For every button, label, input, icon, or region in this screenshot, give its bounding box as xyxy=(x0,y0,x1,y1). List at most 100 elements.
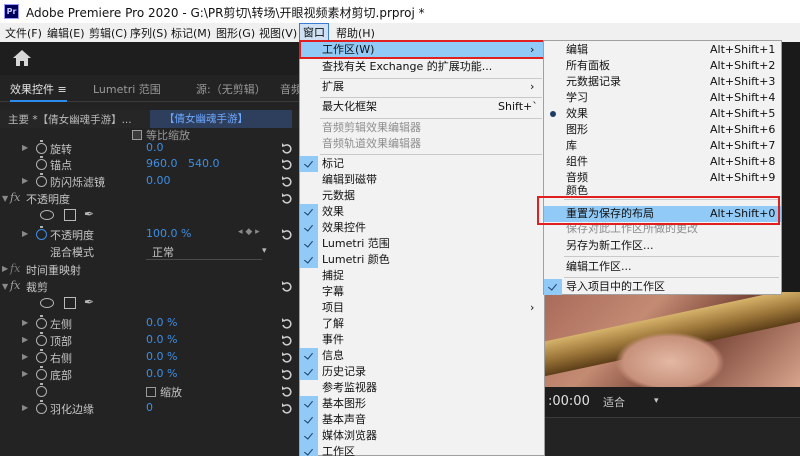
opacity-effect-header[interactable]: ▼ fx 不透明度 xyxy=(0,191,300,207)
menu-item-essential-graphics[interactable]: 基本图形 xyxy=(300,396,544,412)
menu-markers[interactable]: 标记(M) xyxy=(171,25,211,41)
stopwatch-icon[interactable] xyxy=(36,383,47,397)
stopwatch-icon[interactable] xyxy=(36,366,47,380)
fx-icon[interactable]: fx xyxy=(10,191,20,204)
blend-mode-select[interactable]: 正常 xyxy=(146,244,262,260)
reset-icon[interactable] xyxy=(281,351,293,363)
reset-icon[interactable] xyxy=(281,280,293,292)
menu-clip[interactable]: 剪辑(C) xyxy=(89,25,127,41)
ellipse-mask-icon[interactable] xyxy=(40,298,54,308)
panel-menu-icon[interactable]: ≡ xyxy=(58,83,67,96)
keyframe-nav-icon[interactable]: ◂ ◆ ▸ xyxy=(238,227,260,237)
rectangle-mask-icon[interactable] xyxy=(64,297,76,309)
playhead-timecode[interactable]: :00:00 xyxy=(548,394,590,409)
menu-item-extensions[interactable]: 扩展 › xyxy=(300,79,544,95)
expand-triangle-icon[interactable]: ▶ xyxy=(22,369,28,378)
menu-item-exchange[interactable]: 查找有关 Exchange 的扩展功能... xyxy=(300,59,544,75)
crop-left-value[interactable]: 0.0 % xyxy=(146,316,177,329)
reset-icon[interactable] xyxy=(281,175,293,187)
uniform-scale-checkbox[interactable] xyxy=(132,130,142,140)
menu-item-events[interactable]: 事件 xyxy=(300,332,544,348)
reset-icon[interactable] xyxy=(281,334,293,346)
fx-icon[interactable]: fx xyxy=(10,262,20,275)
ellipse-mask-icon[interactable] xyxy=(40,210,54,220)
stopwatch-icon[interactable] xyxy=(36,140,47,154)
workspace-item-import-from-project[interactable]: 导入项目中的工作区 xyxy=(544,279,781,295)
menu-sequence[interactable]: 序列(S) xyxy=(130,25,168,41)
workspace-item-edit-workspaces[interactable]: 编辑工作区... xyxy=(544,259,781,275)
reset-icon[interactable] xyxy=(281,368,293,380)
anchor-y-value[interactable]: 540.0 xyxy=(188,157,220,170)
workspace-item-assembly[interactable]: 组件 Alt+Shift+8 xyxy=(544,154,781,170)
sequence-clip-label[interactable]: 【倩女幽魂手游】 xyxy=(150,110,292,128)
menu-item-edit-to-tape[interactable]: 编辑到磁带 xyxy=(300,172,544,188)
fx-icon[interactable]: fx xyxy=(10,279,20,292)
collapse-triangle-icon[interactable]: ▼ xyxy=(2,282,8,291)
menu-item-capture[interactable]: 捕捉 xyxy=(300,268,544,284)
stopwatch-icon[interactable] xyxy=(36,315,47,329)
expand-triangle-icon[interactable]: ▶ xyxy=(22,143,28,152)
crop-right-value[interactable]: 0.0 % xyxy=(146,350,177,363)
chevron-down-icon[interactable]: ▾ xyxy=(262,246,267,256)
reset-icon[interactable] xyxy=(281,158,293,170)
stopwatch-icon[interactable] xyxy=(36,226,47,240)
menu-item-effects[interactable]: 效果 xyxy=(300,204,544,220)
crop-top-value[interactable]: 0.0 % xyxy=(146,333,177,346)
feather-value[interactable]: 0 xyxy=(146,401,153,414)
menu-item-info[interactable]: 信息 xyxy=(300,348,544,364)
home-icon[interactable] xyxy=(12,49,32,67)
reset-icon[interactable] xyxy=(281,228,293,240)
workspace-item-all-panels[interactable]: 所有面板 Alt+Shift+2 xyxy=(544,58,781,74)
pen-mask-icon[interactable]: ✒ xyxy=(84,207,94,221)
master-clip-label[interactable]: 主要 *【倩女幽魂手游】... xyxy=(8,112,132,127)
workspace-item-libraries[interactable]: 库 Alt+Shift+7 xyxy=(544,138,781,154)
menu-item-markers[interactable]: 标记 xyxy=(300,156,544,172)
menu-item-maximize-frame[interactable]: 最大化框架 Shift+` xyxy=(300,99,544,115)
menu-item-workspaces-panel[interactable]: 工作区 xyxy=(300,444,544,456)
menu-item-reference-monitor[interactable]: 参考监视器 xyxy=(300,380,544,396)
tab-source[interactable]: 源:（无剪辑） xyxy=(196,81,266,97)
menu-help[interactable]: 帮助(H) xyxy=(336,25,375,41)
menu-item-essential-sound[interactable]: 基本声音 xyxy=(300,412,544,428)
zoom-checkbox[interactable] xyxy=(146,387,156,397)
zoom-fit-select[interactable]: 适合 xyxy=(603,394,625,410)
menu-item-media-browser[interactable]: 媒体浏览器 xyxy=(300,428,544,444)
menu-item-effect-controls[interactable]: 效果控件 xyxy=(300,220,544,236)
opacity-value[interactable]: 100.0 % xyxy=(146,227,191,240)
reset-icon[interactable] xyxy=(281,402,293,414)
stopwatch-icon[interactable] xyxy=(36,349,47,363)
rotation-value[interactable]: 0.0 xyxy=(146,141,164,154)
crop-effect-header[interactable]: ▼ fx 裁剪 xyxy=(0,279,300,295)
expand-triangle-icon[interactable]: ▶ xyxy=(2,264,8,273)
menu-item-learn[interactable]: 了解 xyxy=(300,316,544,332)
chevron-down-icon[interactable]: ▾ xyxy=(654,396,659,406)
crop-bottom-value[interactable]: 0.0 % xyxy=(146,367,177,380)
expand-triangle-icon[interactable]: ▶ xyxy=(22,229,28,238)
menu-file[interactable]: 文件(F) xyxy=(5,25,42,41)
pen-mask-icon[interactable]: ✒ xyxy=(84,295,94,309)
expand-triangle-icon[interactable]: ▶ xyxy=(22,318,28,327)
stopwatch-icon[interactable] xyxy=(36,173,47,187)
tab-lumetri-scopes[interactable]: Lumetri 范围 xyxy=(93,81,161,97)
workspace-item-metadata-logging[interactable]: 元数据记录 Alt+Shift+3 xyxy=(544,74,781,90)
stopwatch-icon[interactable] xyxy=(36,332,47,346)
workspace-item-editing[interactable]: 编辑 Alt+Shift+1 xyxy=(544,42,781,58)
expand-triangle-icon[interactable]: ▶ xyxy=(22,403,28,412)
time-remap-header[interactable]: ▶ fx 时间重映射 xyxy=(0,262,300,278)
menu-item-project[interactable]: 项目 › xyxy=(300,300,544,316)
menu-view[interactable]: 视图(V) xyxy=(259,25,297,41)
menu-edit[interactable]: 编辑(E) xyxy=(47,25,85,41)
menu-item-captions[interactable]: 字幕 xyxy=(300,284,544,300)
menu-item-history[interactable]: 历史记录 xyxy=(300,364,544,380)
menu-item-lumetri-scopes[interactable]: Lumetri 范围 xyxy=(300,236,544,252)
stopwatch-icon[interactable] xyxy=(36,400,47,414)
anchor-x-value[interactable]: 960.0 xyxy=(146,157,178,170)
reset-icon[interactable] xyxy=(281,317,293,329)
workspace-item-effects[interactable]: 效果 Alt+Shift+5 xyxy=(544,106,781,122)
workspace-item-graphics[interactable]: 图形 Alt+Shift+6 xyxy=(544,122,781,138)
rectangle-mask-icon[interactable] xyxy=(64,209,76,221)
expand-triangle-icon[interactable]: ▶ xyxy=(22,352,28,361)
expand-triangle-icon[interactable]: ▶ xyxy=(22,335,28,344)
menu-item-metadata[interactable]: 元数据 xyxy=(300,188,544,204)
collapse-triangle-icon[interactable]: ▼ xyxy=(2,194,8,203)
